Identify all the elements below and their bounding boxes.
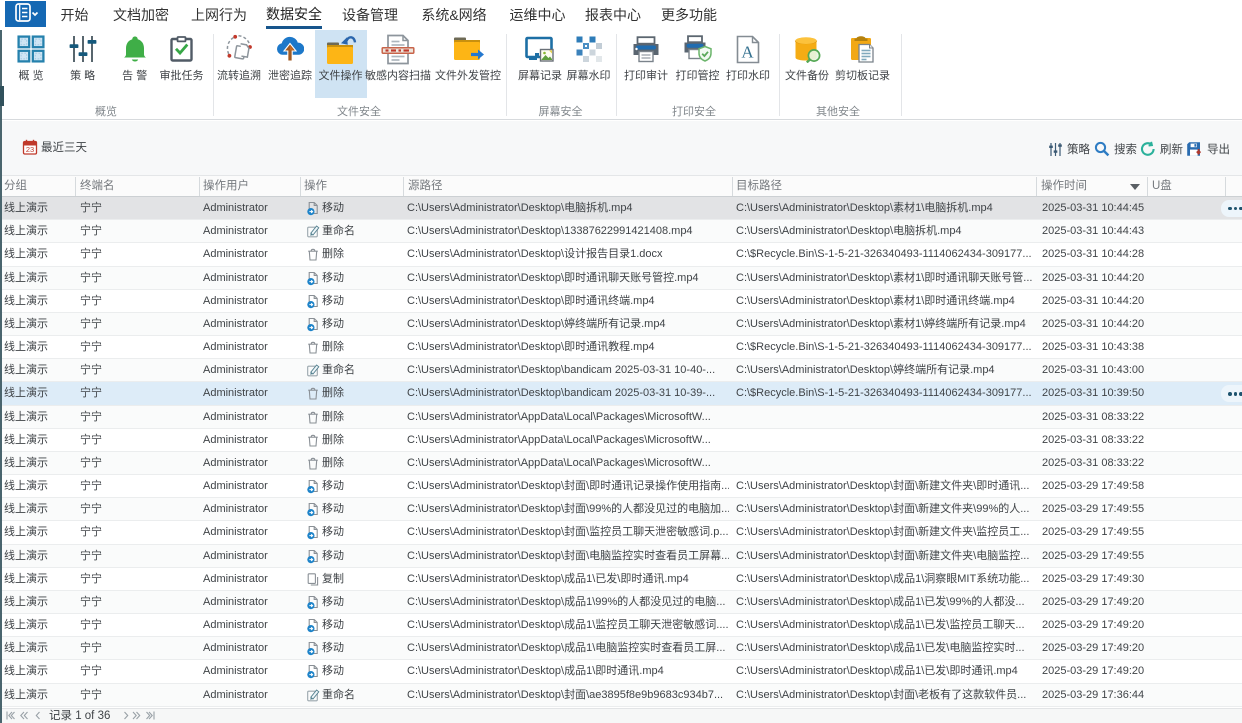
svg-text:A: A bbox=[741, 42, 754, 61]
svg-text:23: 23 bbox=[26, 145, 34, 154]
